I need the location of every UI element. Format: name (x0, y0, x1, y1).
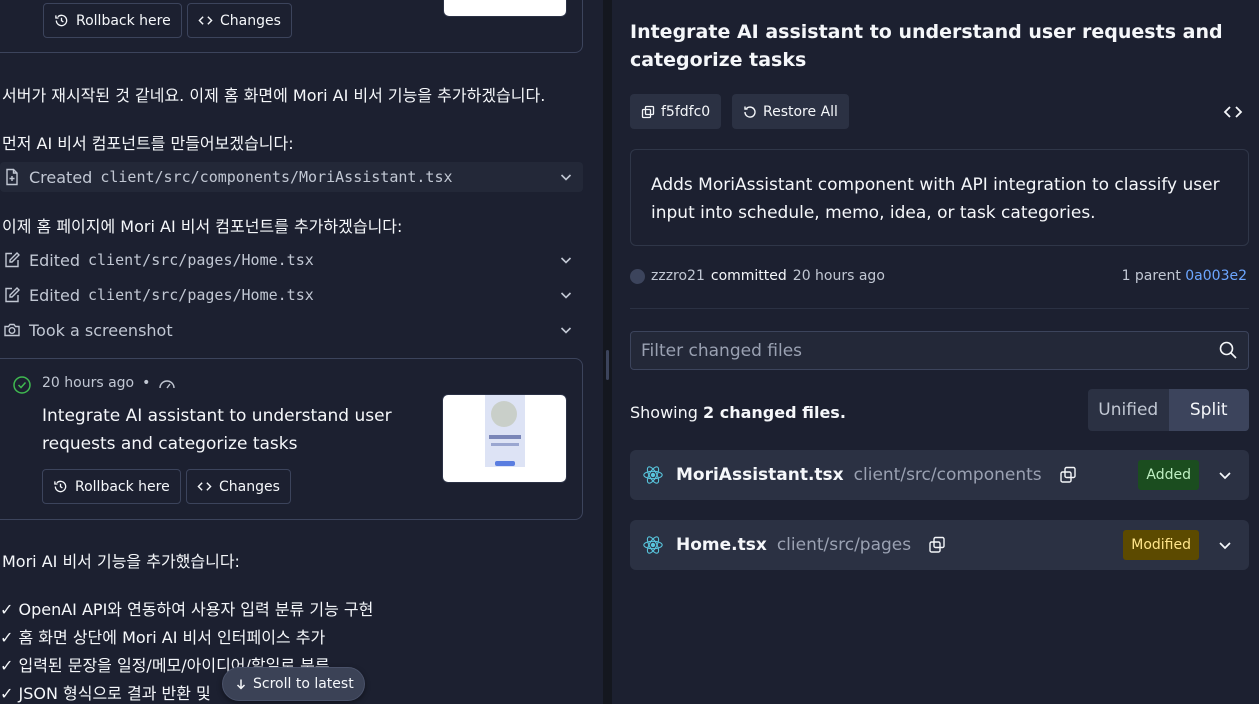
rollback-label: Rollback here (75, 478, 170, 495)
changes-button-previous[interactable]: Changes (187, 3, 292, 38)
action-file-path: client/src/pages/Home.tsx (87, 286, 314, 304)
restore-all-button[interactable]: Restore All (732, 94, 849, 129)
history-icon (54, 480, 67, 493)
edit-icon (5, 252, 20, 268)
author-name[interactable]: zzzro21 (651, 268, 705, 284)
edit-icon (5, 287, 20, 303)
assistant-message-text: 먼저 AI 비서 컴포넌트를 만들어보겠습니다: (2, 134, 294, 153)
split-view-button[interactable]: Split (1168, 389, 1249, 431)
restore-icon (744, 105, 756, 118)
filter-files-input[interactable] (630, 331, 1249, 370)
action-file-path: client/src/components/MoriAssistant.tsx (100, 168, 453, 186)
chevron-down-icon (560, 174, 572, 181)
pane-resize-handle[interactable] (603, 0, 612, 704)
avatar (630, 268, 645, 284)
action-edited-file[interactable]: Edited client/src/pages/Home.tsx (0, 245, 583, 275)
action-verb: Created (29, 167, 93, 187)
checkpoint-time: 20 hours ago (42, 375, 135, 391)
screenshot-thumbnail[interactable] (442, 394, 567, 483)
parent-commit: 1 parent 0a003e2 (1122, 268, 1247, 284)
code-view-icon[interactable] (1222, 101, 1244, 123)
arrow-down-icon (236, 679, 246, 690)
react-icon (643, 466, 663, 484)
status-badge: Added (1138, 460, 1199, 490)
status-badge: Modified (1123, 530, 1199, 560)
changed-file-row[interactable]: Home.tsx client/src/pages Modified (630, 520, 1249, 570)
code-icon (198, 16, 213, 25)
file-path: client/src/components (853, 465, 1042, 485)
action-edited-file[interactable]: Edited client/src/pages/Home.tsx (0, 280, 583, 310)
screenshot-thumbnail-previous[interactable] (443, 0, 567, 17)
action-verb: Edited (29, 250, 80, 270)
changed-file-row[interactable]: MoriAssistant.tsx client/src/components … (630, 450, 1249, 500)
chevron-down-icon[interactable] (1217, 537, 1233, 553)
rollback-button-previous[interactable]: Rollback here (43, 3, 182, 38)
resize-grip[interactable] (606, 350, 609, 380)
parent-hash-link[interactable]: 0a003e2 (1185, 268, 1247, 284)
chat-pane: Rollback here Changes 서버가 재시작된 것 같네요. 이제… (0, 0, 603, 704)
checkpoint-card-previous: Rollback here Changes (0, 0, 583, 53)
committed-time: 20 hours ago (792, 268, 885, 284)
file-name: Home.tsx (676, 535, 767, 555)
checklist-item: ✓ 홈 화면 상단에 Mori AI 비서 인터페이스 추가 (0, 628, 326, 647)
action-created-file[interactable]: Created client/src/components/MoriAssist… (0, 162, 583, 192)
code-icon (197, 482, 212, 491)
chevron-down-icon (560, 257, 572, 264)
search-icon[interactable] (1218, 340, 1238, 360)
commit-hash-button[interactable]: f5fdfc0 (630, 94, 722, 129)
commit-description: Adds MoriAssistant component with API in… (630, 149, 1249, 246)
divider (630, 308, 1249, 309)
changes-label: Changes (220, 12, 281, 29)
checkpoint-meta: 20 hours ago • (42, 375, 176, 391)
file-plus-icon (6, 168, 18, 186)
chevron-down-icon[interactable] (1217, 467, 1233, 483)
react-icon (643, 536, 663, 554)
copy-icon[interactable] (1058, 465, 1078, 485)
scroll-to-latest-label: Scroll to latest (253, 676, 354, 692)
assistant-message-text: 이제 홈 페이지에 Mori AI 비서 컴포넌트를 추가하겠습니다: (2, 217, 403, 236)
chevron-down-icon (560, 327, 572, 334)
file-name: MoriAssistant.tsx (676, 465, 844, 485)
copy-icon (641, 105, 655, 118)
changed-files-count: 2 changed files. (703, 403, 846, 422)
changes-label: Changes (219, 478, 280, 495)
showing-prefix: Showing (630, 403, 703, 422)
changed-files-summary: Showing 2 changed files. (630, 403, 846, 422)
checklist-item: ✓ JSON 형식으로 결과 반환 및 (0, 684, 211, 703)
action-verb: Edited (29, 285, 80, 305)
camera-icon (4, 323, 20, 337)
commit-detail-pane: Integrate AI assistant to understand use… (612, 0, 1259, 704)
action-screenshot[interactable]: Took a screenshot (0, 315, 583, 345)
action-label: Took a screenshot (29, 320, 173, 340)
rollback-label: Rollback here (76, 12, 171, 29)
gauge-icon (159, 380, 176, 389)
rollback-button[interactable]: Rollback here (42, 469, 181, 504)
unified-view-button[interactable]: Unified (1088, 389, 1169, 431)
parent-prefix: 1 parent (1121, 268, 1181, 284)
committed-label: committed (710, 268, 787, 284)
separator-dot: • (142, 375, 151, 391)
commit-hash: f5fdfc0 (661, 103, 711, 120)
checkpoint-title: Integrate AI assistant to understand use… (42, 406, 392, 454)
checklist-item: ✓ OpenAI API와 연동하여 사용자 입력 분류 기능 구현 (0, 600, 374, 619)
diff-view-toggle: Unified Split (1088, 389, 1249, 431)
copy-icon[interactable] (927, 535, 947, 555)
restore-all-label: Restore All (763, 103, 838, 120)
action-file-path: client/src/pages/Home.tsx (87, 251, 314, 269)
changes-button[interactable]: Changes (186, 469, 291, 504)
commit-title: Integrate AI assistant to understand use… (630, 21, 1223, 71)
chevron-down-icon (560, 292, 572, 299)
assistant-message-text: 서버가 재시작된 것 같네요. 이제 홈 화면에 Mori AI 비서 기능을 … (2, 86, 546, 105)
assistant-message-text: Mori AI 비서 기능을 추가했습니다: (2, 552, 240, 571)
commit-description-text: Adds MoriAssistant component with API in… (651, 175, 1220, 223)
scroll-to-latest-button[interactable]: Scroll to latest (222, 667, 365, 701)
commit-author-row: zzzro21 committed 20 hours ago (630, 268, 885, 284)
thumbnail-preview (485, 395, 525, 467)
check-circle-icon (13, 376, 31, 394)
file-path: client/src/pages (776, 535, 912, 555)
history-icon (55, 14, 68, 27)
